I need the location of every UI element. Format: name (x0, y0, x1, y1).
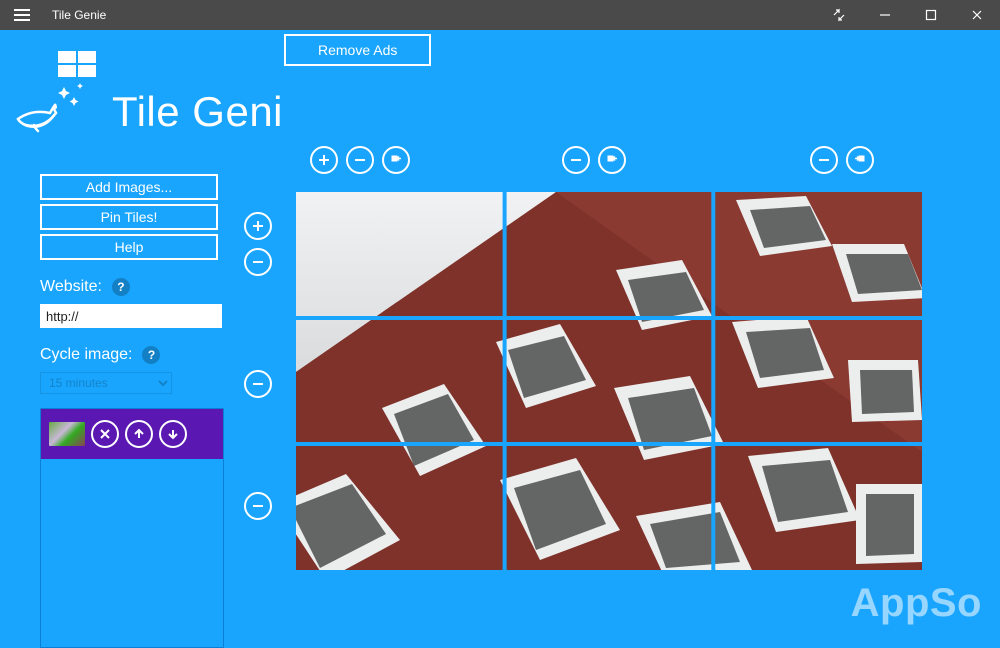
add-images-button[interactable]: Add Images... (40, 174, 218, 200)
col-remove-button-2[interactable] (562, 146, 590, 174)
website-input[interactable] (40, 304, 222, 328)
image-list-item[interactable] (41, 409, 223, 459)
tile[interactable] (506, 320, 711, 443)
col-controls-2 (562, 146, 626, 174)
col-remove-button-3[interactable] (810, 146, 838, 174)
col-align-right-button[interactable] (846, 146, 874, 174)
app-title: Tile Genie (112, 88, 282, 136)
image-list (40, 408, 224, 648)
tile[interactable] (297, 320, 502, 443)
expand-button[interactable] (816, 0, 862, 30)
row-remove-button-3[interactable] (244, 492, 272, 520)
cycle-help-icon[interactable]: ? (142, 346, 160, 364)
col-controls-3 (810, 146, 874, 174)
website-field-row: Website: ? (40, 278, 225, 296)
cycle-image-select[interactable]: 15 minutes (40, 372, 172, 394)
tile[interactable] (297, 446, 502, 569)
help-button[interactable]: Help (40, 234, 218, 260)
tile[interactable] (506, 193, 711, 316)
row-remove-button-2[interactable] (244, 370, 272, 398)
tile-grid (296, 192, 922, 570)
delete-image-button[interactable] (91, 420, 119, 448)
col-controls-1 (310, 146, 410, 174)
window-controls (816, 0, 1000, 30)
remove-ads-button[interactable]: Remove Ads (284, 34, 431, 66)
tile[interactable] (716, 320, 921, 443)
col-align-left-button-2[interactable] (598, 146, 626, 174)
move-down-button[interactable] (159, 420, 187, 448)
website-label: Website: (40, 278, 102, 296)
row-controls (244, 212, 272, 520)
sidebar: Add Images... Pin Tiles! Help Website: ?… (0, 140, 225, 648)
minimize-button[interactable] (862, 0, 908, 30)
cycle-field-row: Cycle image: ? (40, 346, 225, 364)
image-thumbnail (49, 422, 85, 446)
row-add-button[interactable] (244, 212, 272, 240)
maximize-button[interactable] (908, 0, 954, 30)
close-button[interactable] (954, 0, 1000, 30)
tile[interactable] (716, 193, 921, 316)
titlebar: Tile Genie (0, 0, 1000, 30)
col-add-button[interactable] (310, 146, 338, 174)
watermark: AppSo (851, 581, 982, 626)
app-header: Tile Genie Remove Ads (0, 30, 1000, 140)
col-align-left-button[interactable] (382, 146, 410, 174)
app-logo (14, 39, 110, 140)
website-help-icon[interactable]: ? (112, 278, 130, 296)
tile[interactable] (506, 446, 711, 569)
hamburger-menu[interactable] (0, 0, 44, 30)
pin-tiles-button[interactable]: Pin Tiles! (40, 204, 218, 230)
tile[interactable] (716, 446, 921, 569)
row-remove-button[interactable] (244, 248, 272, 276)
move-up-button[interactable] (125, 420, 153, 448)
col-remove-button[interactable] (346, 146, 374, 174)
window-title: Tile Genie (52, 8, 816, 22)
cycle-label: Cycle image: (40, 346, 132, 364)
tile[interactable] (297, 193, 502, 316)
